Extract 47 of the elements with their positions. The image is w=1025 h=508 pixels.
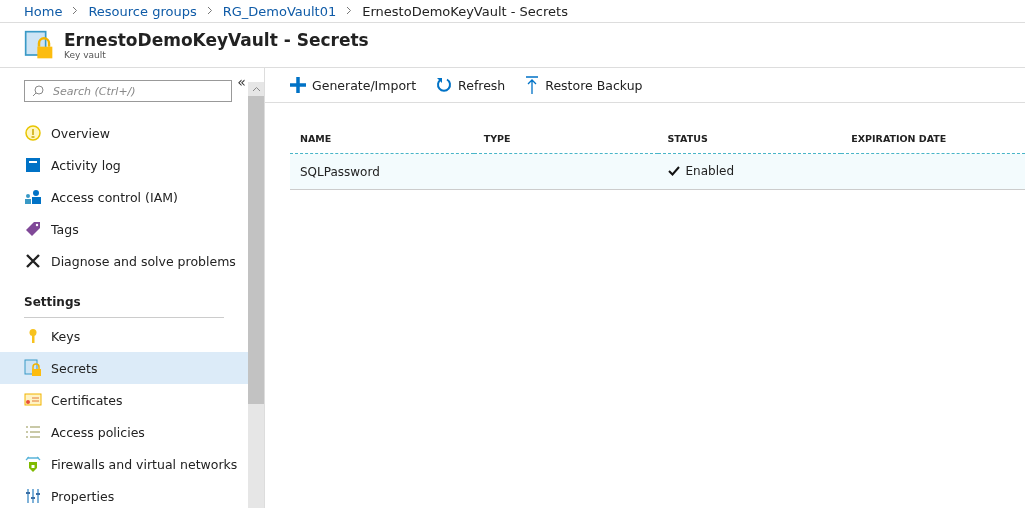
page-title: ErnestoDemoKeyVault - Secrets (64, 30, 369, 50)
breadcrumb-link[interactable]: RG_DemoVault01 (222, 3, 337, 19)
restore-backup-button[interactable]: Restore Backup (525, 76, 643, 94)
certificate-icon (24, 392, 42, 408)
nav-item[interactable]: Certificates (0, 384, 248, 416)
nav-item[interactable]: Properties (0, 480, 248, 508)
nav-item[interactable]: Diagnose and solve problems (0, 245, 248, 277)
collapse-button[interactable]: « (236, 74, 247, 90)
column-header: EXPIRATION DATE (841, 123, 1025, 154)
page-subtitle: Key vault (64, 50, 107, 60)
scrollbar[interactable] (248, 82, 264, 508)
nav-item[interactable]: Firewalls and virtual networks (0, 448, 248, 480)
properties-icon (25, 488, 41, 504)
status-label: Enabled (667, 164, 734, 178)
column-header: TYPE (473, 123, 658, 154)
plus-icon (290, 77, 306, 93)
section-heading: Settings (23, 294, 82, 311)
chevron-icon (206, 5, 213, 15)
nav-item[interactable]: Overview (0, 117, 248, 149)
lock-document-icon (24, 30, 54, 60)
breadcrumb-link[interactable]: Home (24, 3, 63, 19)
upload-icon (525, 76, 540, 94)
generate-import-button[interactable]: Generate/Import (290, 77, 417, 93)
tag-icon (25, 221, 41, 237)
nav-item[interactable]: Tags (0, 213, 248, 245)
log-icon (25, 157, 41, 173)
lock-document-icon (24, 359, 42, 377)
refresh-icon (436, 77, 453, 93)
nav-item[interactable]: Access policies (0, 416, 248, 448)
column-header: NAME (290, 123, 474, 154)
users-icon (24, 189, 42, 205)
checkmark-icon (667, 166, 680, 176)
nav-item[interactable]: Keys (0, 320, 248, 352)
shield-network-icon (24, 455, 42, 473)
column-header: STATUS (657, 123, 842, 154)
nav-item[interactable]: Secrets (0, 352, 248, 384)
breadcrumb-current: ErnestoDemoKeyVault - Secrets (362, 3, 568, 19)
list-icon (25, 424, 41, 440)
chevron-icon (346, 5, 353, 15)
nav-item[interactable]: Access control (IAM) (0, 181, 248, 213)
search-field[interactable]: Search (Ctrl+/) (24, 80, 232, 102)
breadcrumb-link[interactable]: Resource groups (88, 3, 197, 19)
chevron-icon (72, 5, 79, 15)
refresh-button[interactable]: Refresh (436, 77, 506, 93)
nav-item[interactable]: Activity log (0, 149, 248, 181)
table-cell: SQLPassword (290, 153, 474, 190)
scrollbar-thumb[interactable] (248, 96, 264, 404)
